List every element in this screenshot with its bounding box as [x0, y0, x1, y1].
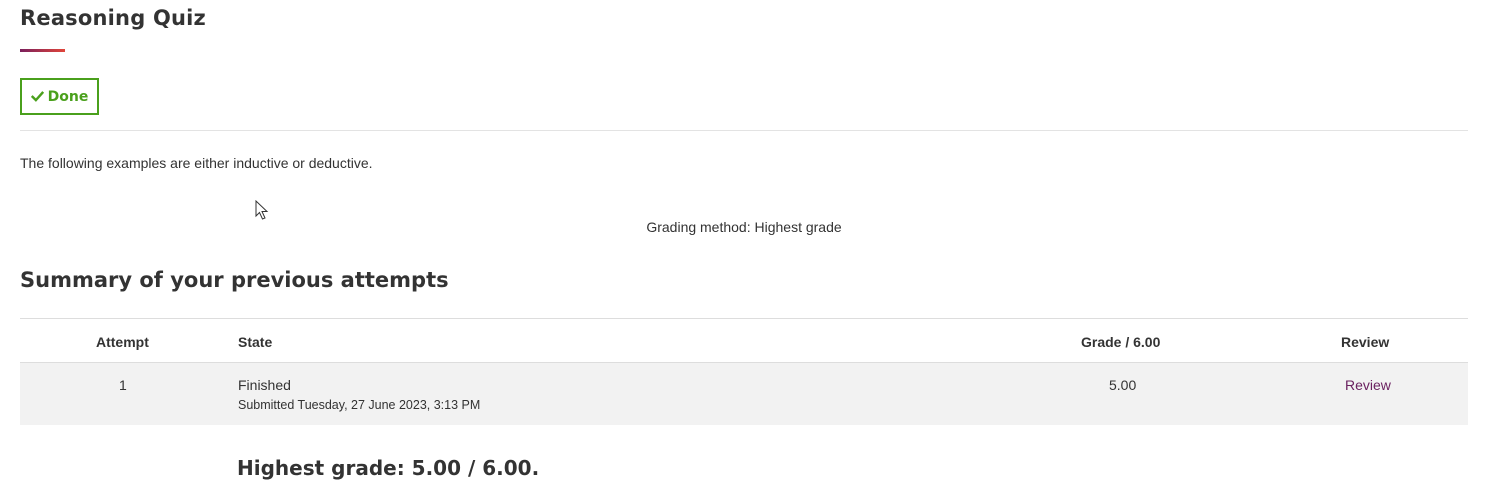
- summary-heading: Summary of your previous attempts: [20, 268, 449, 292]
- attempt-number: 1: [119, 377, 127, 393]
- table-header: Attempt State Grade / 6.00 Review: [20, 319, 1468, 363]
- attempt-state: Finished: [238, 377, 291, 393]
- quiz-intro: The following examples are either induct…: [20, 155, 373, 171]
- done-button-label: Done: [47, 88, 89, 105]
- grading-method: Grading method: Highest grade: [646, 219, 842, 235]
- attempt-grade: 5.00: [1109, 377, 1137, 393]
- divider: [20, 130, 1468, 131]
- attempts-table: Attempt State Grade / 6.00 Review 1 Fini…: [20, 318, 1468, 425]
- column-header-review: Review: [1341, 334, 1390, 350]
- column-header-state: State: [238, 334, 273, 350]
- table-row: 1 Finished Submitted Tuesday, 27 June 20…: [20, 363, 1468, 425]
- review-link[interactable]: Review: [1345, 377, 1391, 393]
- column-header-attempt: Attempt: [96, 334, 149, 350]
- check-icon: [30, 91, 44, 102]
- mouse-cursor-icon: [255, 200, 269, 220]
- attempt-submitted: Submitted Tuesday, 27 June 2023, 3:13 PM: [238, 398, 481, 412]
- column-header-grade: Grade / 6.00: [1081, 334, 1161, 350]
- done-button[interactable]: Done: [20, 78, 99, 115]
- title-underline: [20, 49, 65, 52]
- highest-grade: Highest grade: 5.00 / 6.00.: [237, 456, 540, 480]
- page-title: Reasoning Quiz: [20, 6, 206, 30]
